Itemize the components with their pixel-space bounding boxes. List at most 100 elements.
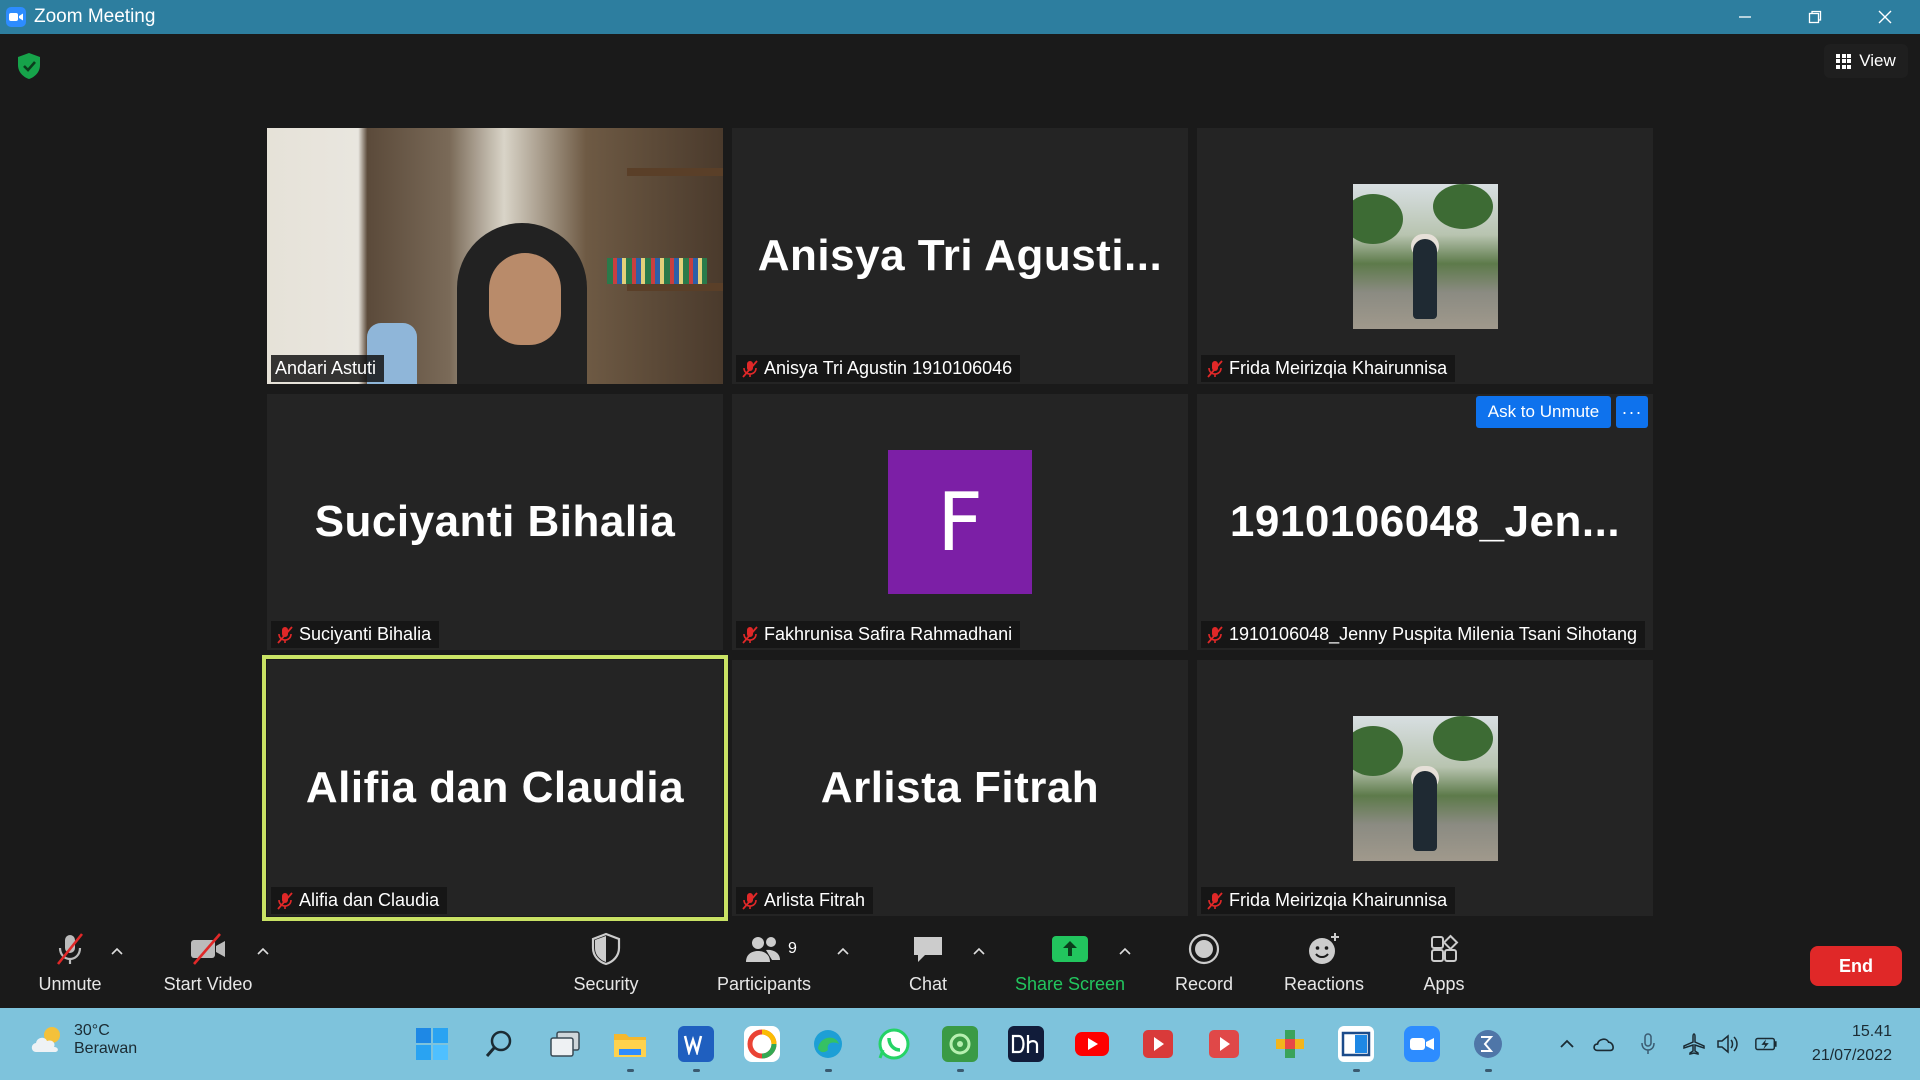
participant-name: Andari Astuti bbox=[275, 358, 377, 378]
participant-display-name: Arlista Fitrah bbox=[820, 763, 1100, 812]
mic-muted-icon bbox=[277, 625, 293, 644]
clock-date: 21/07/2022 bbox=[1811, 1047, 1892, 1064]
video-player-icon[interactable] bbox=[1140, 1026, 1176, 1062]
start-video-button[interactable]: Start Video bbox=[158, 924, 258, 1008]
participants-button[interactable]: Participants bbox=[714, 924, 814, 1008]
video-off-icon bbox=[191, 933, 225, 965]
system-clock[interactable]: 15.41 21/07/2022 bbox=[1812, 1020, 1892, 1068]
participant-name-tag: Alifia dan Claudia bbox=[271, 887, 448, 914]
start-video-label: Start Video bbox=[163, 974, 253, 994]
participants-label: Participants bbox=[716, 974, 812, 994]
record-button[interactable]: Record bbox=[1164, 924, 1244, 1008]
participant-name-tag: Fakhrunisa Safira Rahmadhani bbox=[736, 621, 1021, 648]
dh-app-icon[interactable] bbox=[1008, 1026, 1044, 1062]
unmute-button[interactable]: Unmute bbox=[30, 924, 110, 1008]
chat-button[interactable]: Chat bbox=[888, 924, 968, 1008]
title-bar: Zoom Meeting bbox=[0, 0, 1920, 34]
apps-button[interactable]: Apps bbox=[1404, 924, 1484, 1008]
search-icon[interactable] bbox=[481, 1026, 517, 1062]
microsoft-word-icon[interactable] bbox=[678, 1026, 714, 1072]
mic-muted-icon bbox=[742, 625, 758, 644]
participant-name: Alifia dan Claudia bbox=[299, 890, 440, 910]
colorful-plus-app-icon[interactable] bbox=[1272, 1026, 1308, 1062]
show-hidden-icons-chevron-up-icon[interactable] bbox=[1555, 1032, 1579, 1056]
microsoft-edge-icon[interactable] bbox=[810, 1026, 846, 1072]
video-player-2-icon[interactable] bbox=[1206, 1026, 1242, 1062]
microphone-icon[interactable] bbox=[1636, 1032, 1660, 1056]
participant-name: Suciyanti Bihalia bbox=[299, 624, 432, 644]
close-button[interactable] bbox=[1850, 0, 1920, 34]
mic-muted-icon bbox=[1207, 359, 1223, 378]
ask-to-unmute-button[interactable]: Ask to Unmute bbox=[1476, 396, 1611, 428]
participant-tile-arlista[interactable]: Arlista Fitrah Arlista Fitrah bbox=[732, 660, 1188, 916]
green-app-icon[interactable] bbox=[942, 1026, 978, 1072]
more-options-button[interactable]: ··· bbox=[1616, 396, 1648, 428]
reactions-label: Reactions bbox=[1283, 974, 1365, 994]
mic-muted-icon bbox=[742, 359, 758, 378]
audio-options-chevron-up-icon[interactable] bbox=[110, 944, 124, 958]
task-view-icon[interactable] bbox=[547, 1026, 583, 1062]
mic-muted-icon bbox=[1207, 891, 1223, 910]
participant-tile-fakhrunisa[interactable]: F Fakhrunisa Safira Rahmadhani bbox=[732, 394, 1188, 650]
participants-icon bbox=[746, 937, 780, 962]
mic-muted-icon bbox=[1207, 625, 1223, 644]
grid-view-icon bbox=[1836, 53, 1852, 69]
battery-charging-icon[interactable] bbox=[1754, 1032, 1778, 1056]
participant-name-tag: Frida Meirizqia Khairunnisa bbox=[1201, 355, 1456, 382]
google-chrome-icon[interactable] bbox=[744, 1026, 780, 1062]
weather-widget[interactable]: 30°C Berawan bbox=[28, 1022, 137, 1058]
minimize-icon bbox=[1739, 16, 1751, 18]
end-meeting-button[interactable]: End bbox=[1810, 946, 1902, 986]
participant-name-tag: Arlista Fitrah bbox=[736, 887, 874, 914]
volume-icon[interactable] bbox=[1716, 1032, 1740, 1056]
participant-tile-frida-2[interactable]: Frida Meirizqia Khairunnisa bbox=[1197, 660, 1653, 916]
share-options-chevron-up-icon[interactable] bbox=[1118, 944, 1132, 958]
chat-options-chevron-up-icon[interactable] bbox=[972, 944, 986, 958]
participant-tile-jenny[interactable]: 1910106048_Jen... 1910106048_Jenny Puspi… bbox=[1197, 394, 1653, 650]
participant-display-name: Suciyanti Bihalia bbox=[314, 497, 676, 546]
participant-name-tag: Anisya Tri Agustin 1910106046 bbox=[736, 355, 1021, 382]
participant-tile-anisya[interactable]: Anisya Tri Agusti... Anisya Tri Agustin … bbox=[732, 128, 1188, 384]
record-label: Record bbox=[1174, 974, 1234, 994]
video-options-chevron-up-icon[interactable] bbox=[256, 944, 270, 958]
math-app-icon[interactable] bbox=[1470, 1026, 1506, 1072]
start-menu-windows-icon[interactable] bbox=[414, 1026, 450, 1062]
weather-condition: Berawan bbox=[74, 1040, 138, 1057]
participant-tile-frida-1[interactable]: Frida Meirizqia Khairunnisa bbox=[1197, 128, 1653, 384]
onedrive-cloud-icon[interactable] bbox=[1592, 1032, 1616, 1056]
participant-tile-andari-astuti[interactable]: Andari Astuti bbox=[267, 128, 723, 384]
whatsapp-icon[interactable] bbox=[876, 1026, 912, 1062]
participant-name-tag: Frida Meirizqia Khairunnisa bbox=[1201, 887, 1456, 914]
youtube-icon[interactable] bbox=[1074, 1026, 1110, 1062]
participant-name: Frida Meirizqia Khairunnisa bbox=[1229, 890, 1448, 910]
participant-name-tag: 1910106048_Jenny Puspita Milenia Tsani S… bbox=[1201, 621, 1645, 648]
airplane-mode-icon[interactable] bbox=[1682, 1032, 1706, 1056]
participant-tile-alifia-claudia[interactable]: Alifia dan Claudia Alifia dan Claudia bbox=[262, 655, 728, 921]
participant-name: Frida Meirizqia Khairunnisa bbox=[1229, 358, 1448, 378]
participant-tile-suciyanti[interactable]: Suciyanti Bihalia Suciyanti Bihalia bbox=[267, 394, 723, 650]
encryption-shield-icon[interactable] bbox=[16, 52, 42, 80]
chat-bubble-icon bbox=[914, 937, 942, 962]
window-title: Zoom Meeting bbox=[34, 6, 156, 27]
share-screen-arrow-up-icon bbox=[1052, 936, 1088, 962]
zoom-taskbar-icon[interactable] bbox=[1404, 1026, 1440, 1062]
share-screen-button[interactable]: Share Screen bbox=[1010, 924, 1130, 1008]
security-button[interactable]: Security bbox=[566, 924, 646, 1008]
reactions-smiley-icon bbox=[1309, 933, 1339, 964]
unmute-label: Unmute bbox=[38, 974, 102, 994]
reactions-button[interactable]: Reactions bbox=[1276, 924, 1372, 1008]
meeting-toolbar: Unmute Start Video Security Participants… bbox=[0, 924, 1920, 1008]
participants-options-chevron-up-icon[interactable] bbox=[836, 944, 850, 958]
view-button[interactable]: View bbox=[1824, 44, 1908, 78]
participant-display-name: Anisya Tri Agusti... bbox=[757, 231, 1163, 280]
restore-button[interactable] bbox=[1780, 0, 1850, 34]
security-shield-icon bbox=[591, 932, 621, 966]
share-screen-label: Share Screen bbox=[1014, 974, 1126, 994]
reader-app-icon[interactable] bbox=[1338, 1026, 1374, 1072]
file-explorer-icon[interactable] bbox=[612, 1026, 648, 1072]
participant-name: 1910106048_Jenny Puspita Milenia Tsani S… bbox=[1229, 624, 1637, 644]
mic-muted-icon bbox=[277, 891, 293, 910]
view-label: View bbox=[1859, 51, 1896, 70]
minimize-button[interactable] bbox=[1710, 0, 1780, 34]
participant-display-name: Alifia dan Claudia bbox=[305, 763, 685, 812]
